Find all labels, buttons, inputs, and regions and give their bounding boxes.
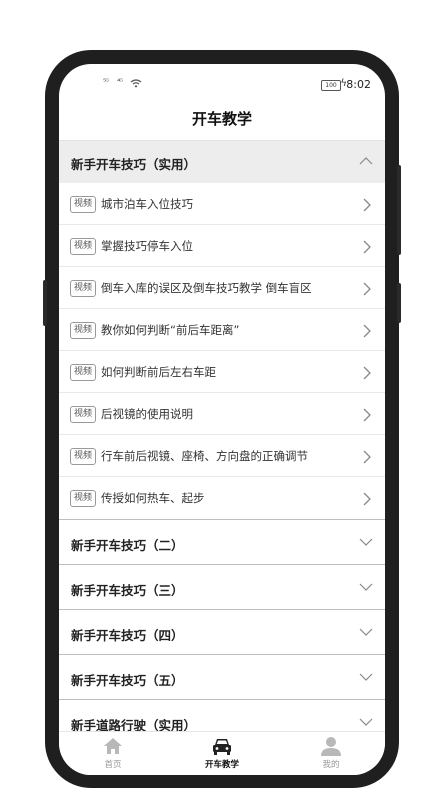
section-header-2[interactable]: 新手开车技巧（二） xyxy=(59,520,385,564)
section-header-4[interactable]: 新手开车技巧（四） xyxy=(59,610,385,654)
clock: 8:02 xyxy=(346,78,371,91)
video-tag: 视频 xyxy=(70,364,97,381)
section-title: 新手开车技巧（三） xyxy=(71,583,184,598)
tab-bar: 首页 开车教学 我的 xyxy=(59,731,385,775)
chevron-down-icon xyxy=(359,538,373,546)
chevron-right-icon xyxy=(363,492,371,506)
list-item-label: 教你如何判断“前后车距离” xyxy=(101,323,240,337)
section-title: 新手开车技巧（实用） xyxy=(71,157,197,172)
signal-icon: ⁴ᴳ xyxy=(117,77,123,86)
list-item[interactable]: 视频 传授如何热车、起步 xyxy=(59,477,385,519)
chevron-down-icon xyxy=(359,673,373,681)
chevron-up-icon xyxy=(359,157,373,165)
list-item-label: 后视镜的使用说明 xyxy=(101,407,193,421)
chevron-right-icon xyxy=(363,240,371,254)
list-item-label: 传授如何热车、起步 xyxy=(101,491,205,505)
section-title: 新手开车技巧（二） xyxy=(71,538,184,553)
list-item[interactable]: 视频 如何判断前后左右车距 xyxy=(59,351,385,393)
chevron-right-icon xyxy=(363,198,371,212)
section-title: 新手开车技巧（五） xyxy=(71,673,184,688)
tab-label: 首页 xyxy=(104,760,122,770)
list-item[interactable]: 视频 后视镜的使用说明 xyxy=(59,393,385,435)
list-item-label: 倒车入库的误区及倒车技巧教学 倒车盲区 xyxy=(101,281,312,295)
chevron-down-icon xyxy=(359,718,373,726)
list-item-label: 行车前后视镜、座椅、方向盘的正确调节 xyxy=(101,449,308,463)
chevron-right-icon xyxy=(363,324,371,338)
list-item-label: 城市泊车入位技巧 xyxy=(101,197,193,211)
chevron-right-icon xyxy=(363,450,371,464)
app-screen: ⁵ᴳ ⁴ᴳ 100 ϟ 8:02 开车教学 新手开车技巧（实用） 视频 城市泊车入… xyxy=(59,64,385,775)
video-tag: 视频 xyxy=(70,280,97,297)
section-header-expanded[interactable]: 新手开车技巧（实用） xyxy=(59,141,385,183)
chevron-right-icon xyxy=(363,366,371,380)
volume-button xyxy=(43,280,47,326)
chevron-down-icon xyxy=(359,628,373,636)
chevron-right-icon xyxy=(363,282,371,296)
list-item[interactable]: 视频 行车前后视镜、座椅、方向盘的正确调节 xyxy=(59,435,385,477)
signal-icon: ⁵ᴳ xyxy=(103,77,109,86)
list-item[interactable]: 视频 倒车入库的误区及倒车技巧教学 倒车盲区 xyxy=(59,267,385,309)
video-tag: 视频 xyxy=(70,406,97,423)
battery-icon: 100 xyxy=(321,80,341,91)
page-title: 开车教学 xyxy=(191,110,252,128)
car-icon xyxy=(213,739,231,755)
chevron-down-icon xyxy=(359,583,373,591)
list-item[interactable]: 视频 教你如何判断“前后车距离” xyxy=(59,309,385,351)
power-button xyxy=(397,165,401,255)
video-tag: 视频 xyxy=(70,448,97,465)
nav-bar: 开车教学 xyxy=(59,92,385,140)
tab-home[interactable]: 首页 xyxy=(59,736,167,770)
video-tag: 视频 xyxy=(70,238,97,255)
tab-driving-lessons[interactable]: 开车教学 xyxy=(168,736,276,770)
tab-label: 开车教学 xyxy=(204,760,239,770)
video-tag: 视频 xyxy=(70,490,97,507)
list-item[interactable]: 视频 掌握技巧停车入位 xyxy=(59,225,385,267)
side-button xyxy=(397,283,401,323)
home-icon xyxy=(104,738,122,754)
wifi-icon xyxy=(130,79,142,88)
video-tag: 视频 xyxy=(70,322,97,339)
status-bar: ⁵ᴳ ⁴ᴳ 100 ϟ 8:02 xyxy=(59,64,385,92)
section-header-3[interactable]: 新手开车技巧（三） xyxy=(59,565,385,609)
user-icon xyxy=(321,737,341,756)
tab-label: 我的 xyxy=(322,760,340,770)
tab-profile[interactable]: 我的 xyxy=(277,736,385,770)
section-title: 新手开车技巧（四） xyxy=(71,628,184,643)
list-item-label: 掌握技巧停车入位 xyxy=(101,239,193,253)
chevron-right-icon xyxy=(363,408,371,422)
section-header-5[interactable]: 新手开车技巧（五） xyxy=(59,655,385,699)
video-tag: 视频 xyxy=(70,196,97,213)
list-item[interactable]: 视频 城市泊车入位技巧 xyxy=(59,183,385,225)
list-item-label: 如何判断前后左右车距 xyxy=(101,365,216,379)
